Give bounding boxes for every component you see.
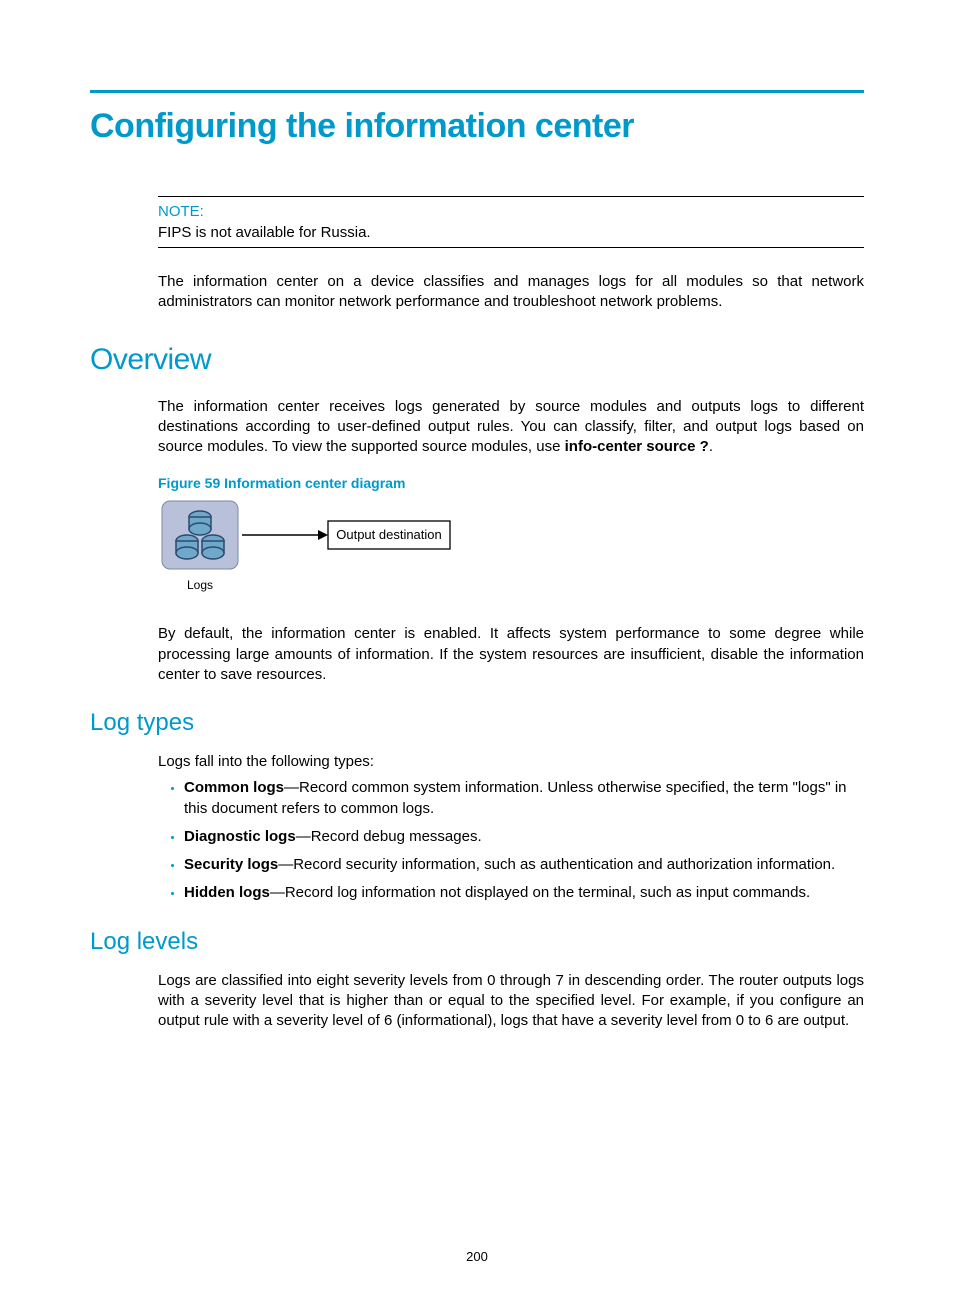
diagram-svg: Logs Output destination <box>160 499 460 599</box>
note-label: NOTE: <box>158 203 864 220</box>
note-box: NOTE: FIPS is not available for Russia. <box>158 196 864 248</box>
list-item: Common logs—Record common system informa… <box>184 778 864 819</box>
page-number: 200 <box>0 1249 954 1264</box>
desc: —Record security information, such as au… <box>278 856 835 873</box>
overview-p1-a: The information center receives logs gen… <box>158 398 864 456</box>
term: Hidden logs <box>184 884 270 901</box>
overview-p1-b: . <box>709 438 713 455</box>
overview-heading: Overview <box>90 343 864 377</box>
note-rule-bottom <box>158 247 864 248</box>
term: Security logs <box>184 856 278 873</box>
document-page: Configuring the information center NOTE:… <box>0 0 954 1296</box>
note-text: FIPS is not available for Russia. <box>158 224 864 241</box>
list-item: Security logs—Record security informatio… <box>184 855 864 875</box>
note-rule-top <box>158 196 864 197</box>
list-item: Hidden logs—Record log information not d… <box>184 883 864 903</box>
arrow-head <box>318 530 328 540</box>
desc: —Record common system information. Unles… <box>184 779 847 816</box>
page-title: Configuring the information center <box>90 107 864 146</box>
logs-label: Logs <box>187 578 213 592</box>
information-center-diagram: Logs Output destination <box>160 499 864 604</box>
overview-paragraph-2: By default, the information center is en… <box>158 624 864 685</box>
term: Common logs <box>184 779 284 796</box>
desc: —Record log information not displayed on… <box>270 884 810 901</box>
top-rule <box>90 90 864 93</box>
overview-paragraph-1: The information center receives logs gen… <box>158 397 864 458</box>
term: Diagnostic logs <box>184 828 296 845</box>
log-types-heading: Log types <box>90 709 864 737</box>
log-levels-paragraph: Logs are classified into eight severity … <box>158 971 864 1032</box>
desc: —Record debug messages. <box>296 828 482 845</box>
destination-label: Output destination <box>336 527 442 542</box>
log-types-lead: Logs fall into the following types: <box>158 752 864 772</box>
intro-paragraph: The information center on a device class… <box>158 272 864 313</box>
list-item: Diagnostic logs—Record debug messages. <box>184 827 864 847</box>
command-text: info-center source ? <box>565 438 709 455</box>
log-levels-heading: Log levels <box>90 928 864 956</box>
log-types-list: Common logs—Record common system informa… <box>158 778 864 903</box>
figure-caption: Figure 59 Information center diagram <box>158 475 864 491</box>
